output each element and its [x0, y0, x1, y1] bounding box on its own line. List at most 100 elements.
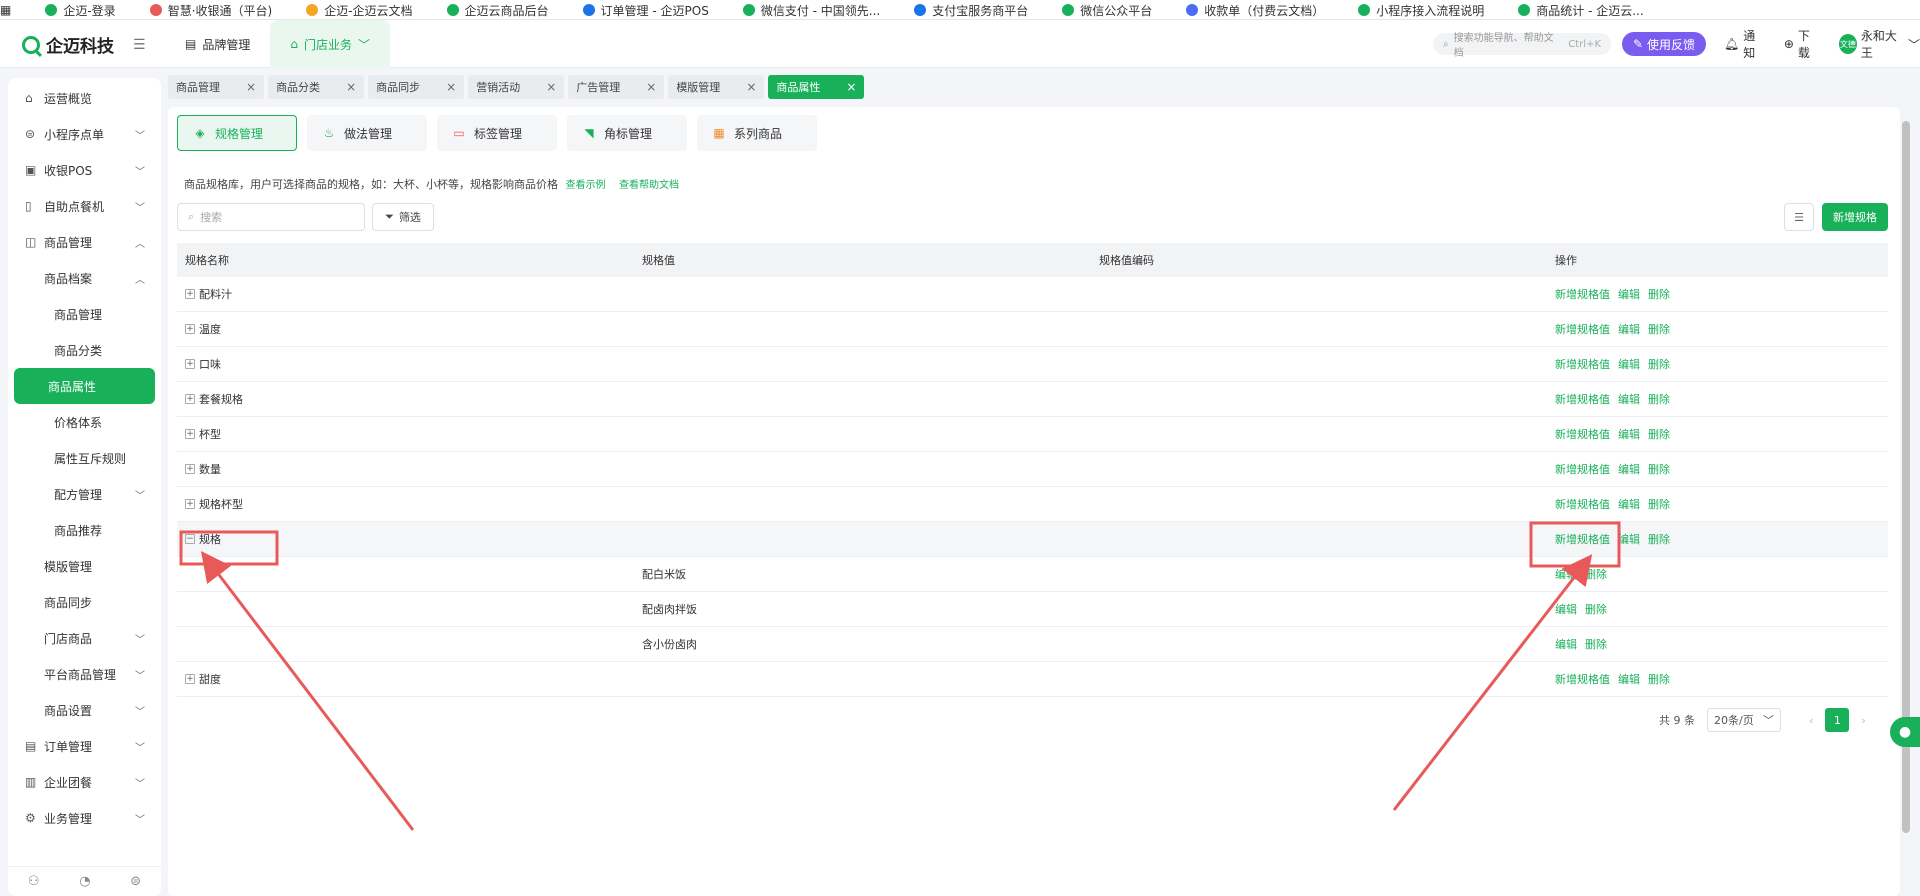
action-link[interactable]: 新增规格值 — [1555, 426, 1610, 442]
sidebar-item[interactable]: ⊜ 小程序点单 ﹀ — [8, 116, 161, 152]
page-tab[interactable]: 模版管理 × — [668, 75, 765, 99]
bookmark-item[interactable]: 企迈-企迈云文档 — [306, 0, 413, 19]
action-link[interactable]: 编辑 — [1618, 321, 1640, 337]
expand-icon[interactable]: + — [185, 464, 195, 474]
sidebar-item[interactable]: 商品档案 ︿ — [8, 260, 161, 296]
action-link[interactable]: 删除 — [1648, 286, 1670, 302]
sidebar-item[interactable]: 平台商品管理 ﹀ — [8, 656, 161, 692]
action-link[interactable]: 删除 — [1585, 601, 1607, 617]
expand-icon[interactable]: + — [185, 674, 195, 684]
action-link[interactable]: 新增规格值 — [1555, 461, 1610, 477]
action-link[interactable]: 删除 — [1648, 531, 1670, 547]
action-link[interactable]: 编辑 — [1618, 461, 1640, 477]
column-settings-button[interactable]: ☰ — [1784, 203, 1814, 231]
close-icon[interactable]: × — [446, 80, 456, 94]
sidebar-item[interactable]: ▥ 企业团餐 ﹀ — [8, 764, 161, 800]
sidebar-item[interactable]: ◫ 商品管理 ︿ — [8, 224, 161, 260]
bookmark-item[interactable]: 收款单（付费云文档） — [1186, 0, 1324, 19]
sidebar-item[interactable]: 商品属性 — [14, 368, 155, 404]
sub-tab[interactable]: ▦ 系列商品 — [697, 115, 817, 151]
add-spec-button[interactable]: 新增规格 — [1822, 203, 1888, 231]
action-link[interactable]: 编辑 — [1555, 601, 1577, 617]
global-search-input[interactable]: ⌕ 搜索功能导航、帮助文档 Ctrl+K — [1433, 33, 1611, 59]
page-number[interactable]: 1 — [1825, 708, 1850, 732]
feedback-button[interactable]: ✎ 使用反馈 — [1622, 32, 1706, 56]
bookmark-item[interactable]: 支付宝服务商平台 — [914, 0, 1028, 19]
bookmark-item[interactable]: 商品统计 - 企迈云... — [1518, 0, 1644, 19]
sidebar-item[interactable]: ▤ 订单管理 ﹀ — [8, 728, 161, 764]
sidebar-item[interactable]: ⚙ 业务管理 ﹀ — [8, 800, 161, 836]
close-icon[interactable]: × — [646, 80, 656, 94]
action-link[interactable]: 删除 — [1585, 636, 1607, 652]
action-link[interactable]: 编辑 — [1618, 286, 1640, 302]
expand-icon[interactable]: + — [185, 429, 195, 439]
sidebar-item[interactable]: 商品推荐 — [8, 512, 161, 548]
bookmark-item[interactable]: 微信公众平台 — [1062, 0, 1152, 19]
action-link[interactable]: 新增规格值 — [1555, 356, 1610, 372]
close-icon[interactable]: × — [546, 80, 556, 94]
sidebar-item[interactable]: 价格体系 — [8, 404, 161, 440]
next-page-icon[interactable]: › — [1861, 714, 1865, 727]
action-link[interactable]: 删除 — [1648, 671, 1670, 687]
action-link[interactable]: 删除 — [1648, 321, 1670, 337]
sidebar-item[interactable]: ⌂ 运营概览 — [8, 80, 161, 116]
page-tab[interactable]: 商品管理 × — [168, 75, 265, 99]
action-link[interactable]: 编辑 — [1555, 636, 1577, 652]
expand-icon[interactable]: + — [185, 324, 195, 334]
sidebar-item[interactable]: 配方管理 ﹀ — [8, 476, 161, 512]
sub-tab[interactable]: ◈ 规格管理 — [177, 115, 297, 151]
action-link[interactable]: 新增规格值 — [1555, 286, 1610, 302]
action-link[interactable]: 编辑 — [1618, 356, 1640, 372]
sidebar-item[interactable]: ▯ 自助点餐机 ﹀ — [8, 188, 161, 224]
filter-button[interactable]: ⏷ 筛选 — [372, 203, 434, 231]
action-link[interactable]: 删除 — [1648, 356, 1670, 372]
close-icon[interactable]: × — [846, 80, 856, 94]
action-link[interactable]: 编辑 — [1555, 566, 1577, 582]
page-tab[interactable]: 商品分类 × — [268, 75, 365, 99]
prev-page-icon[interactable]: ‹ — [1809, 714, 1813, 727]
action-link[interactable]: 删除 — [1648, 426, 1670, 442]
expand-icon[interactable]: + — [185, 289, 195, 299]
message-icon[interactable]: ◔ — [79, 874, 90, 889]
action-link[interactable]: 新增规格值 — [1555, 391, 1610, 407]
action-link[interactable]: 编辑 — [1618, 671, 1640, 687]
expand-icon[interactable]: + — [185, 499, 195, 509]
top-nav-item[interactable]: ▤ 品牌管理 — [165, 20, 270, 68]
sidebar-item[interactable]: ▣ 收银POS ﹀ — [8, 152, 161, 188]
example-link[interactable]: 查看示例 — [566, 180, 606, 191]
sidebar-item[interactable]: 模版管理 — [8, 548, 161, 584]
brand-logo[interactable]: 企迈科技 — [22, 32, 114, 57]
chat-float-button[interactable]: ● — [1890, 717, 1920, 747]
action-link[interactable]: 删除 — [1648, 496, 1670, 512]
bookmark-item[interactable]: 微信支付 - 中国领先... — [742, 0, 880, 19]
menu-collapse-icon[interactable]: ☰ — [133, 37, 146, 53]
close-icon[interactable]: × — [346, 80, 356, 94]
page-tab[interactable]: 商品同步 × — [368, 75, 465, 99]
expand-icon[interactable]: − — [185, 534, 195, 544]
apps-icon[interactable]: ▦ — [0, 0, 11, 19]
action-link[interactable]: 新增规格值 — [1555, 321, 1610, 337]
bookmark-item[interactable]: 企迈云商品后台 — [446, 0, 549, 19]
help-doc-link[interactable]: 查看帮助文档 — [619, 180, 679, 191]
action-link[interactable]: 删除 — [1648, 461, 1670, 477]
settings-icon[interactable]: ⊜ — [130, 874, 141, 889]
action-link[interactable]: 编辑 — [1618, 391, 1640, 407]
sidebar-item[interactable]: 商品分类 — [8, 332, 161, 368]
close-icon[interactable]: × — [246, 80, 256, 94]
sub-tab[interactable]: ◥ 角标管理 — [567, 115, 687, 151]
user-menu[interactable]: 文德 永和大王 ﹀ — [1838, 27, 1920, 61]
action-link[interactable]: 编辑 — [1618, 426, 1640, 442]
download-button[interactable]: ⊕ 下载 — [1784, 27, 1819, 61]
action-link[interactable]: 新增规格值 — [1555, 531, 1610, 547]
sub-tab[interactable]: ♨ 做法管理 — [307, 115, 427, 151]
sidebar-item[interactable]: 商品设置 ﹀ — [8, 692, 161, 728]
search-input[interactable]: ⌕ 搜索 — [177, 203, 365, 231]
bookmark-item[interactable]: 智慧·收银通（平台) — [149, 0, 272, 19]
action-link[interactable]: 新增规格值 — [1555, 671, 1610, 687]
expand-icon[interactable]: + — [185, 359, 195, 369]
action-link[interactable]: 新增规格值 — [1555, 496, 1610, 512]
sidebar-item[interactable]: 商品同步 — [8, 584, 161, 620]
page-tab[interactable]: 营销活动 × — [468, 75, 565, 99]
bookmark-item[interactable]: 企迈-登录 — [45, 0, 116, 19]
bookmark-item[interactable]: 订单管理 - 企迈POS — [582, 0, 709, 19]
